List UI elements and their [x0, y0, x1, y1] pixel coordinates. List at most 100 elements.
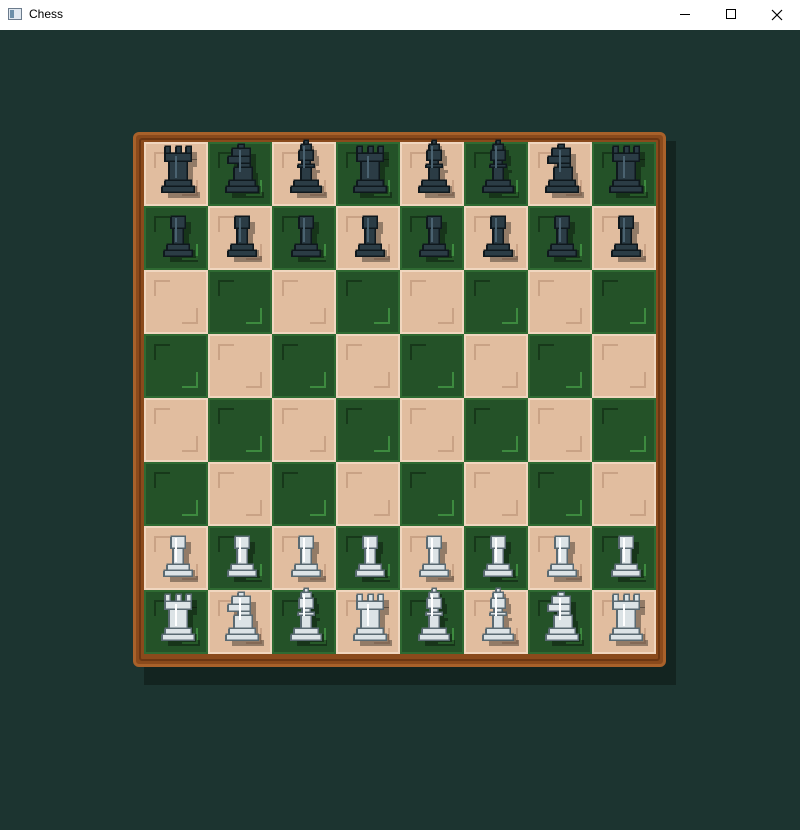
square-e7[interactable] — [400, 206, 464, 270]
white-bishop[interactable] — [402, 582, 466, 654]
square-c6[interactable] — [272, 270, 336, 334]
white-rook[interactable] — [594, 582, 658, 654]
square-f1[interactable] — [464, 587, 528, 654]
white-pawn[interactable] — [274, 518, 338, 590]
black-pawn[interactable] — [402, 198, 466, 270]
title-bar[interactable]: Chess — [0, 0, 800, 30]
white-pawn[interactable] — [594, 518, 658, 590]
square-a6[interactable] — [144, 270, 208, 334]
black-rook[interactable] — [338, 134, 402, 206]
square-c2[interactable] — [272, 526, 336, 590]
square-b4[interactable] — [208, 398, 272, 462]
square-c4[interactable] — [272, 398, 336, 462]
square-e6[interactable] — [400, 270, 464, 334]
square-g1[interactable] — [528, 590, 592, 654]
close-button[interactable] — [754, 0, 800, 30]
black-bishop[interactable] — [466, 134, 530, 206]
square-h6[interactable] — [592, 270, 656, 334]
square-d1[interactable] — [336, 590, 400, 654]
square-a3[interactable] — [144, 462, 208, 526]
square-c7[interactable] — [272, 206, 336, 270]
white-pawn[interactable] — [466, 518, 530, 590]
black-bishop[interactable] — [402, 134, 466, 206]
white-bishop[interactable] — [274, 582, 338, 654]
square-g7[interactable] — [528, 206, 592, 270]
square-b6[interactable] — [208, 270, 272, 334]
square-b3[interactable] — [208, 462, 272, 526]
square-g6[interactable] — [528, 270, 592, 334]
square-h8[interactable] — [592, 142, 656, 206]
square-c1[interactable] — [272, 587, 336, 654]
square-h4[interactable] — [592, 398, 656, 462]
square-f6[interactable] — [464, 270, 528, 334]
square-d6[interactable] — [336, 270, 400, 334]
white-rook[interactable] — [338, 582, 402, 654]
black-knight[interactable] — [210, 134, 274, 206]
black-pawn[interactable] — [146, 198, 210, 270]
square-a8[interactable] — [144, 142, 208, 206]
black-pawn[interactable] — [210, 198, 274, 270]
square-h3[interactable] — [592, 462, 656, 526]
white-pawn[interactable] — [146, 518, 210, 590]
square-a4[interactable] — [144, 398, 208, 462]
square-b2[interactable] — [208, 526, 272, 590]
white-pawn[interactable] — [338, 518, 402, 590]
square-f7[interactable] — [464, 206, 528, 270]
square-h1[interactable] — [592, 590, 656, 654]
black-pawn[interactable] — [466, 198, 530, 270]
square-a1[interactable] — [144, 590, 208, 654]
square-f8[interactable] — [464, 139, 528, 206]
square-g4[interactable] — [528, 398, 592, 462]
square-f4[interactable] — [464, 398, 528, 462]
square-d3[interactable] — [336, 462, 400, 526]
square-e4[interactable] — [400, 398, 464, 462]
square-a7[interactable] — [144, 206, 208, 270]
square-g8[interactable] — [528, 142, 592, 206]
square-d2[interactable] — [336, 526, 400, 590]
square-d8[interactable] — [336, 142, 400, 206]
white-pawn[interactable] — [402, 518, 466, 590]
square-a2[interactable] — [144, 526, 208, 590]
square-d5[interactable] — [336, 334, 400, 398]
square-e2[interactable] — [400, 526, 464, 590]
square-b8[interactable] — [208, 142, 272, 206]
black-knight[interactable] — [530, 134, 594, 206]
square-d4[interactable] — [336, 398, 400, 462]
black-pawn[interactable] — [338, 198, 402, 270]
black-rook[interactable] — [146, 134, 210, 206]
square-e1[interactable] — [400, 587, 464, 654]
white-knight[interactable] — [530, 582, 594, 654]
white-knight[interactable] — [210, 582, 274, 654]
square-e3[interactable] — [400, 462, 464, 526]
white-pawn[interactable] — [210, 518, 274, 590]
black-pawn[interactable] — [530, 198, 594, 270]
square-h7[interactable] — [592, 206, 656, 270]
square-c5[interactable] — [272, 334, 336, 398]
square-a5[interactable] — [144, 334, 208, 398]
black-bishop[interactable] — [274, 134, 338, 206]
square-f3[interactable] — [464, 462, 528, 526]
white-bishop[interactable] — [466, 582, 530, 654]
minimize-button[interactable] — [662, 0, 708, 30]
square-e5[interactable] — [400, 334, 464, 398]
black-pawn[interactable] — [274, 198, 338, 270]
white-pawn[interactable] — [530, 518, 594, 590]
black-rook[interactable] — [594, 134, 658, 206]
maximize-button[interactable] — [708, 0, 754, 30]
square-h2[interactable] — [592, 526, 656, 590]
square-f5[interactable] — [464, 334, 528, 398]
square-c3[interactable] — [272, 462, 336, 526]
black-pawn[interactable] — [594, 198, 658, 270]
square-b5[interactable] — [208, 334, 272, 398]
square-g3[interactable] — [528, 462, 592, 526]
square-b7[interactable] — [208, 206, 272, 270]
square-c8[interactable] — [272, 139, 336, 206]
square-f2[interactable] — [464, 526, 528, 590]
square-b1[interactable] — [208, 590, 272, 654]
chess-board[interactable] — [144, 139, 656, 654]
square-e8[interactable] — [400, 139, 464, 206]
square-g5[interactable] — [528, 334, 592, 398]
square-h5[interactable] — [592, 334, 656, 398]
square-g2[interactable] — [528, 526, 592, 590]
white-rook[interactable] — [146, 582, 210, 654]
